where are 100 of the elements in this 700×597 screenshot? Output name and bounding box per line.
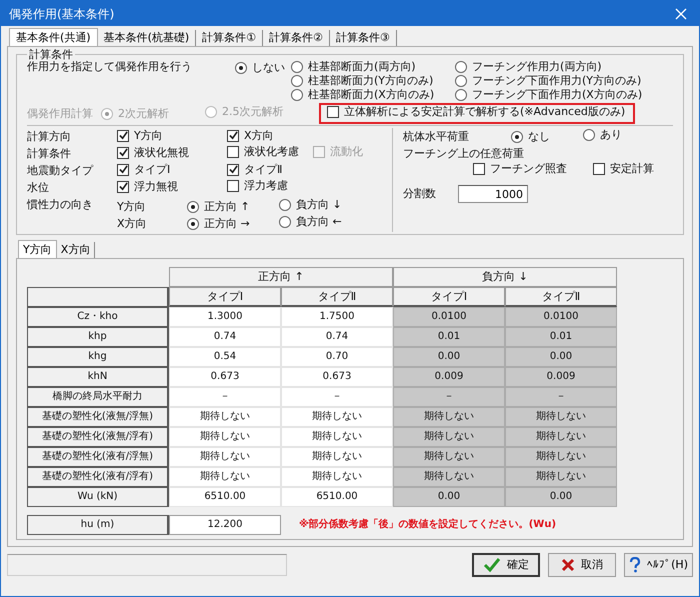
checkbox-label: 液状化無視: [134, 146, 189, 160]
row-header: 基礎の塑性化(液有/浮無): [27, 447, 169, 467]
table-cell: 期待しない: [393, 427, 505, 447]
radio-label: 柱基部断面力(Y方向のみ): [308, 74, 434, 88]
table-cell: 期待しない: [393, 407, 505, 427]
table-cell: 0.74: [281, 327, 393, 347]
tab[interactable]: Y方向: [18, 240, 57, 258]
table-cell: 0.0100: [505, 307, 617, 327]
table-cell: 0.74: [169, 327, 281, 347]
checkbox-label: タイプⅠ: [134, 162, 170, 177]
table-cell: 期待しない: [281, 407, 393, 427]
table-cell: 期待しない: [505, 447, 617, 467]
checkbox-label: フーチング照査: [490, 162, 567, 176]
field-label: 偶発作用計算: [27, 106, 94, 120]
field-label: Y方向: [117, 200, 147, 214]
table-cell: －: [169, 387, 281, 407]
radio-label: しない: [252, 61, 285, 75]
checkbox-label: X方向: [244, 128, 274, 143]
table-cell: －: [281, 387, 393, 407]
checkbox-label: 浮力考慮: [244, 179, 288, 193]
radio-label: 柱基部断面力(両方向): [308, 60, 416, 74]
table-cell: －: [393, 387, 505, 407]
table-cell: 期待しない: [169, 467, 281, 487]
radio-label: フーチング下面作用力(X方向のみ): [472, 88, 642, 102]
table-cell: 0.0100: [393, 307, 505, 327]
column-group-header: 正方向 ↑: [169, 267, 393, 287]
table-cell: 0.673: [169, 367, 281, 387]
table-cell: 0.00: [505, 347, 617, 367]
table-cell: 1.7500: [281, 307, 393, 327]
checkbox-label: 安定計算: [610, 162, 654, 176]
checkbox-label: 液状化考慮: [244, 145, 299, 159]
table-cell: 期待しない: [505, 467, 617, 487]
table-cell: 6510.00: [281, 487, 393, 507]
group-title: 計算条件: [28, 49, 74, 60]
field-label: 慣性力の向き: [27, 198, 94, 213]
table-cell: 0.54: [169, 347, 281, 367]
table-cell: 期待しない: [169, 407, 281, 427]
radio-label: 正方向 →: [204, 217, 250, 231]
radio-label: 2.5次元解析: [222, 105, 284, 119]
table-cell: 0.673: [281, 367, 393, 387]
table-cell: 1.3000: [169, 307, 281, 327]
column-group-header: 負方向 ↓: [393, 267, 617, 287]
field-label: 計算方向: [27, 130, 72, 144]
row-header: 基礎の塑性化(液無/浮有): [27, 427, 169, 447]
radio-label: 柱基部断面力(X方向のみ): [308, 88, 434, 102]
radio-label: 2次元解析: [118, 107, 169, 121]
table-cell: 期待しない: [281, 427, 393, 447]
row-header: khp: [27, 327, 169, 347]
table-cell: 12.200: [169, 515, 281, 535]
field-label: 杭体水平荷重: [403, 130, 470, 144]
checkbox-label: 流動化: [330, 145, 363, 159]
note-text: ※部分係数考慮「後」の数値を設定してください。(Wu): [299, 518, 556, 532]
table-cell: 0.00: [393, 487, 505, 507]
table-cell: 期待しない: [505, 427, 617, 447]
checkbox-label: タイプⅡ: [244, 162, 282, 177]
row-header: Cz・kho: [27, 307, 169, 327]
column-header: タイプⅠ: [393, 287, 505, 307]
radio-label: 負方向 ↓: [296, 198, 342, 212]
table-cell: 期待しない: [505, 407, 617, 427]
radio-label: フーチング下面作用力(Y方向のみ): [472, 74, 642, 88]
table-cell: 期待しない: [281, 447, 393, 467]
row-header: khg: [27, 347, 169, 367]
table-cell: 期待しない: [393, 447, 505, 467]
radio-label: 正方向 ↑: [204, 200, 250, 214]
table-cell: 0.009: [393, 367, 505, 387]
table-cell: 0.009: [505, 367, 617, 387]
radio-label: フーチング作用力(両方向): [472, 60, 602, 74]
window-title: 偶発作用(基本条件): [9, 6, 114, 20]
field-label: 分割数: [403, 187, 437, 201]
cancel-button[interactable]: 取消: [548, 553, 616, 577]
table-cell: 期待しない: [393, 467, 505, 487]
radio-label: あり: [600, 128, 622, 142]
field-label: 作用力を指定して偶発作用を行う: [27, 60, 193, 75]
help-button[interactable]: ﾍﾙﾌﾟ(H): [624, 553, 693, 577]
ok-button[interactable]: 確定: [472, 553, 540, 577]
table-cell: 期待しない: [169, 427, 281, 447]
table-cell: 0.00: [505, 487, 617, 507]
column-header: タイプⅠ: [169, 287, 281, 307]
checkbox-label: 浮力無視: [134, 180, 178, 194]
row-header: Wu (kN): [27, 487, 169, 507]
tab[interactable]: 基本条件(共通): [9, 28, 98, 46]
row-header: 基礎の塑性化(液無/浮無): [27, 407, 169, 427]
checkbox-label: 立体解析による安定計算で解析する(※Advanced版のみ): [344, 105, 626, 119]
checkbox-label: Y方向: [134, 128, 163, 143]
field-label: 水位: [27, 180, 50, 194]
table-cell: 期待しない: [169, 447, 281, 467]
row-header: hu (m): [27, 515, 169, 535]
row-header: 基礎の塑性化(液有/浮有): [27, 467, 169, 487]
field-label: X方向: [117, 216, 148, 230]
field-label: 計算条件: [27, 146, 72, 160]
table-cell: 0.70: [281, 347, 393, 367]
table-cell: －: [505, 387, 617, 407]
table-cell: 0.00: [393, 347, 505, 367]
column-header: タイプⅡ: [281, 287, 393, 307]
row-header: 橋脚の終局水平耐力: [27, 387, 169, 407]
table-cell: 期待しない: [281, 467, 393, 487]
table-cell: 6510.00: [169, 487, 281, 507]
input-field[interactable]: 1000: [458, 185, 528, 203]
table-cell: 0.01: [505, 327, 617, 347]
radio-label: なし: [528, 130, 550, 144]
